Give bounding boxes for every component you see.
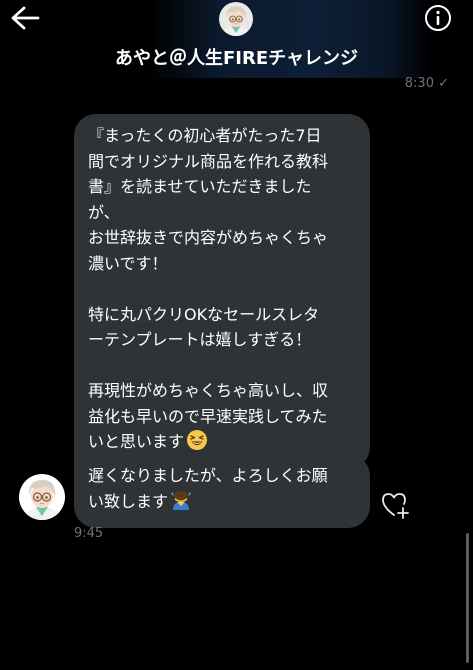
message-line: 特に丸パクリOKなセールスレタ — [88, 304, 320, 324]
conversation-header: あやと＠人生FIREチャレンジ — [0, 0, 473, 80]
sender-avatar[interactable] — [19, 474, 65, 520]
conversation-title[interactable]: あやと＠人生FIREチャレンジ — [0, 44, 473, 70]
message-line — [88, 353, 356, 379]
message-timestamp: 9:45 — [74, 526, 104, 541]
message-bubble[interactable]: 遅くなりましたが、よろしくお願 い致します — [74, 454, 370, 528]
header-avatar[interactable] — [219, 2, 253, 36]
message-line: 益化も早いので早速実践してみた — [88, 406, 328, 426]
info-icon — [425, 5, 451, 31]
back-button[interactable] — [8, 4, 42, 32]
message-line — [88, 276, 356, 302]
message-line: 『まったくの初心者がたった7日 — [88, 126, 322, 145]
previous-message-timestamp: 8:30 ✓ — [404, 76, 449, 91]
message-bubble[interactable]: 『まったくの初心者がたった7日 間でオリジナル商品を作れる教科 書』を読ませてい… — [74, 114, 370, 469]
message-line: が、 — [88, 202, 120, 222]
message-line-with-emoji: い致します — [88, 489, 356, 519]
message-line: 書』を読ませていただきました — [88, 177, 312, 196]
message-line: ーテンプレートは嬉しすぎる！ — [88, 330, 312, 349]
message-line: 濃いです！ — [88, 253, 168, 273]
avatar-illustration — [219, 2, 253, 36]
avatar-illustration — [19, 474, 65, 520]
message-line: 遅くなりましたが、よろしくお願 — [88, 466, 328, 485]
scrollbar[interactable] — [466, 533, 469, 663]
message-line-text: いと思います — [88, 432, 185, 451]
message-line: 再現性がめちゃくちゃ高いし、収 — [88, 381, 329, 400]
message-line: お世辞抜きで内容がめちゃくちゃ — [88, 228, 329, 247]
message-line-text: い致します — [88, 491, 169, 511]
info-button[interactable] — [424, 4, 452, 32]
message-line: 間でオリジナル商品を作れる教科 — [88, 151, 329, 171]
like-button[interactable] — [381, 491, 411, 519]
heart-plus-icon — [382, 493, 409, 519]
arrow-left-icon — [11, 6, 40, 30]
bowing-person-emoji — [170, 489, 192, 519]
